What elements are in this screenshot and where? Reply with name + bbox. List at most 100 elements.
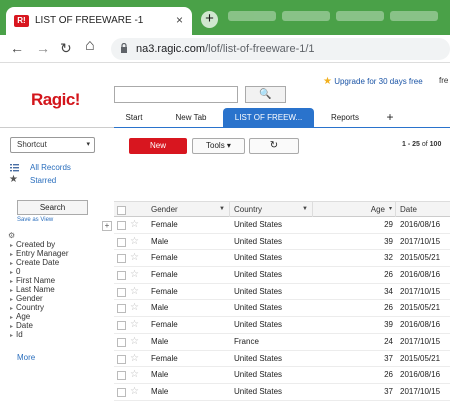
- tab-close-icon[interactable]: ×: [176, 13, 183, 27]
- star-outline-icon[interactable]: ☆: [130, 318, 139, 332]
- add-filter-button[interactable]: +: [102, 221, 112, 231]
- row-checkbox[interactable]: [117, 237, 126, 247]
- star-outline-icon[interactable]: ☆: [130, 385, 139, 399]
- table-row[interactable]: ☆ Male France 24 2017/10/15: [114, 334, 450, 351]
- row-checkbox[interactable]: [117, 271, 126, 281]
- filter-field[interactable]: ▸ 0: [10, 267, 110, 276]
- caret-right-icon: ▸: [10, 333, 14, 339]
- filter-field[interactable]: ▸ Created by: [10, 240, 110, 249]
- column-header-country[interactable]: Country ▼: [230, 202, 313, 217]
- all-records-link[interactable]: All Records: [30, 163, 71, 172]
- address-bar[interactable]: na3.ragic.com/lof/list-of-freeware-1/1: [111, 38, 450, 60]
- table-row[interactable]: ☆ Female United States 26 2016/08/16: [114, 267, 450, 284]
- cell-date: 2015/05/21: [400, 353, 441, 363]
- user-name-fragment[interactable]: fre: [439, 76, 448, 85]
- table-row[interactable]: ☆ Female United States 39 2016/08/16: [114, 317, 450, 334]
- star-outline-icon[interactable]: ☆: [130, 335, 139, 349]
- filter-field-label: Country: [16, 303, 45, 312]
- row-checkbox[interactable]: [117, 371, 126, 381]
- forward-arrow-icon[interactable]: →: [36, 40, 50, 56]
- star-outline-icon[interactable]: ☆: [130, 352, 139, 366]
- cell-gender: Male: [151, 236, 169, 246]
- filter-field[interactable]: ▸ Entry Manager: [10, 249, 110, 258]
- table-row[interactable]: ☆ Female United States 32 2015/05/21: [114, 250, 450, 268]
- global-search-input[interactable]: [114, 86, 238, 103]
- new-tab-button[interactable]: +: [201, 11, 218, 28]
- reload-icon[interactable]: ↻: [60, 40, 72, 56]
- tools-menu-button[interactable]: Tools ▾: [192, 138, 245, 154]
- row-checkbox[interactable]: [117, 337, 126, 347]
- cell-date: 2016/08/16: [400, 320, 441, 330]
- back-arrow-icon[interactable]: ←: [10, 40, 24, 56]
- table-row[interactable]: ☆ Male United States 39 2017/10/15: [114, 234, 450, 251]
- url-host: na3.ragic.com: [136, 43, 206, 55]
- star-outline-icon[interactable]: ☆: [130, 368, 139, 382]
- refresh-icon[interactable]: ↻: [249, 138, 299, 154]
- starred-link[interactable]: Starred: [30, 176, 56, 185]
- shortcut-label: Shortcut: [17, 140, 47, 149]
- tab-title: LIST OF FREEWARE -1: [35, 15, 144, 26]
- filter-field[interactable]: ▸ Create Date: [10, 258, 110, 267]
- row-checkbox[interactable]: [117, 304, 126, 314]
- filter-field[interactable]: ▸ Date: [10, 321, 110, 330]
- star-outline-icon[interactable]: ☆: [130, 301, 139, 315]
- browser-tab-active[interactable]: R! LIST OF FREEWARE -1 ×: [6, 7, 192, 35]
- tab-reports[interactable]: Reports: [324, 108, 366, 127]
- row-checkbox[interactable]: [117, 287, 126, 297]
- cell-country: United States: [234, 220, 283, 229]
- row-checkbox[interactable]: [117, 321, 126, 331]
- table-row[interactable]: ☆ Female United States 34 2017/10/15: [114, 284, 450, 301]
- filter-field[interactable]: ▸ Age: [10, 312, 110, 321]
- star-outline-icon[interactable]: ☆: [130, 235, 139, 249]
- new-record-button[interactable]: New: [129, 138, 187, 154]
- table-row[interactable]: ☆ Female United States 29 2016/08/16: [114, 217, 450, 234]
- column-header-age[interactable]: Age ▾: [313, 202, 396, 217]
- upgrade-link[interactable]: ★ Upgrade for 30 days free: [323, 76, 423, 87]
- ragic-logo[interactable]: Ragic!: [31, 90, 80, 110]
- home-icon[interactable]: ⌂: [85, 38, 95, 54]
- table-row[interactable]: ☆ Female United States 37 2015/05/21: [114, 351, 450, 368]
- star-icon: ★: [323, 76, 332, 87]
- row-checkbox[interactable]: [117, 354, 126, 364]
- filter-field[interactable]: ▸ Last Name: [10, 285, 110, 294]
- shortcut-dropdown[interactable]: Shortcut ▾: [10, 137, 95, 153]
- select-all-checkbox[interactable]: [117, 206, 126, 215]
- column-header-gender[interactable]: Gender ▼: [147, 202, 230, 217]
- filter-field[interactable]: ▸ First Name: [10, 276, 110, 285]
- row-checkbox[interactable]: [117, 254, 126, 264]
- caret-down-icon[interactable]: ▼: [302, 202, 308, 217]
- tab-start[interactable]: Start: [114, 108, 154, 127]
- sidebar-search-button[interactable]: Search: [17, 200, 88, 215]
- star-outline-icon[interactable]: ☆: [130, 251, 139, 265]
- tab-new-tab[interactable]: New Tab: [168, 108, 214, 127]
- add-tab-icon[interactable]: +: [382, 108, 398, 127]
- caret-down-icon[interactable]: ▼: [219, 202, 225, 217]
- table-row[interactable]: ☆ Male United States 26 2015/05/21: [114, 300, 450, 318]
- cell-age: 39: [384, 320, 393, 330]
- filter-field[interactable]: ▸ Country: [10, 303, 110, 312]
- column-header-date[interactable]: Date: [396, 202, 450, 217]
- star-outline-icon[interactable]: ☆: [130, 218, 139, 232]
- star-outline-icon[interactable]: ☆: [130, 285, 139, 299]
- cell-gender: Male: [151, 303, 169, 313]
- cell-date: 2017/10/15: [400, 336, 441, 346]
- search-icon[interactable]: 🔍: [245, 86, 286, 103]
- more-fields-link[interactable]: More: [17, 353, 35, 362]
- sort-desc-icon[interactable]: ▾: [389, 202, 392, 217]
- save-as-view-link[interactable]: Save as View: [17, 217, 53, 223]
- cell-age: 37: [384, 386, 393, 396]
- row-checkbox[interactable]: [117, 387, 126, 397]
- row-checkbox[interactable]: [117, 221, 126, 230]
- cell-gender: Male: [151, 386, 169, 396]
- star-outline-icon[interactable]: ☆: [130, 268, 139, 282]
- cell-country: United States: [234, 370, 283, 380]
- cell-age: 26: [384, 270, 393, 280]
- tab-list-of-freeware[interactable]: LIST OF FREEW...: [223, 108, 314, 127]
- table-row[interactable]: ☆ Male United States 37 2017/10/15: [114, 384, 450, 401]
- filter-field[interactable]: ▸ Gender: [10, 294, 110, 303]
- filter-field-label: Create Date: [16, 258, 60, 267]
- table-row[interactable]: ☆ Male United States 26 2016/08/16: [114, 367, 450, 384]
- cell-gender: Female: [151, 286, 178, 296]
- filter-field[interactable]: ▸ Id: [10, 330, 110, 339]
- gear-icon[interactable]: ⚙: [8, 231, 15, 240]
